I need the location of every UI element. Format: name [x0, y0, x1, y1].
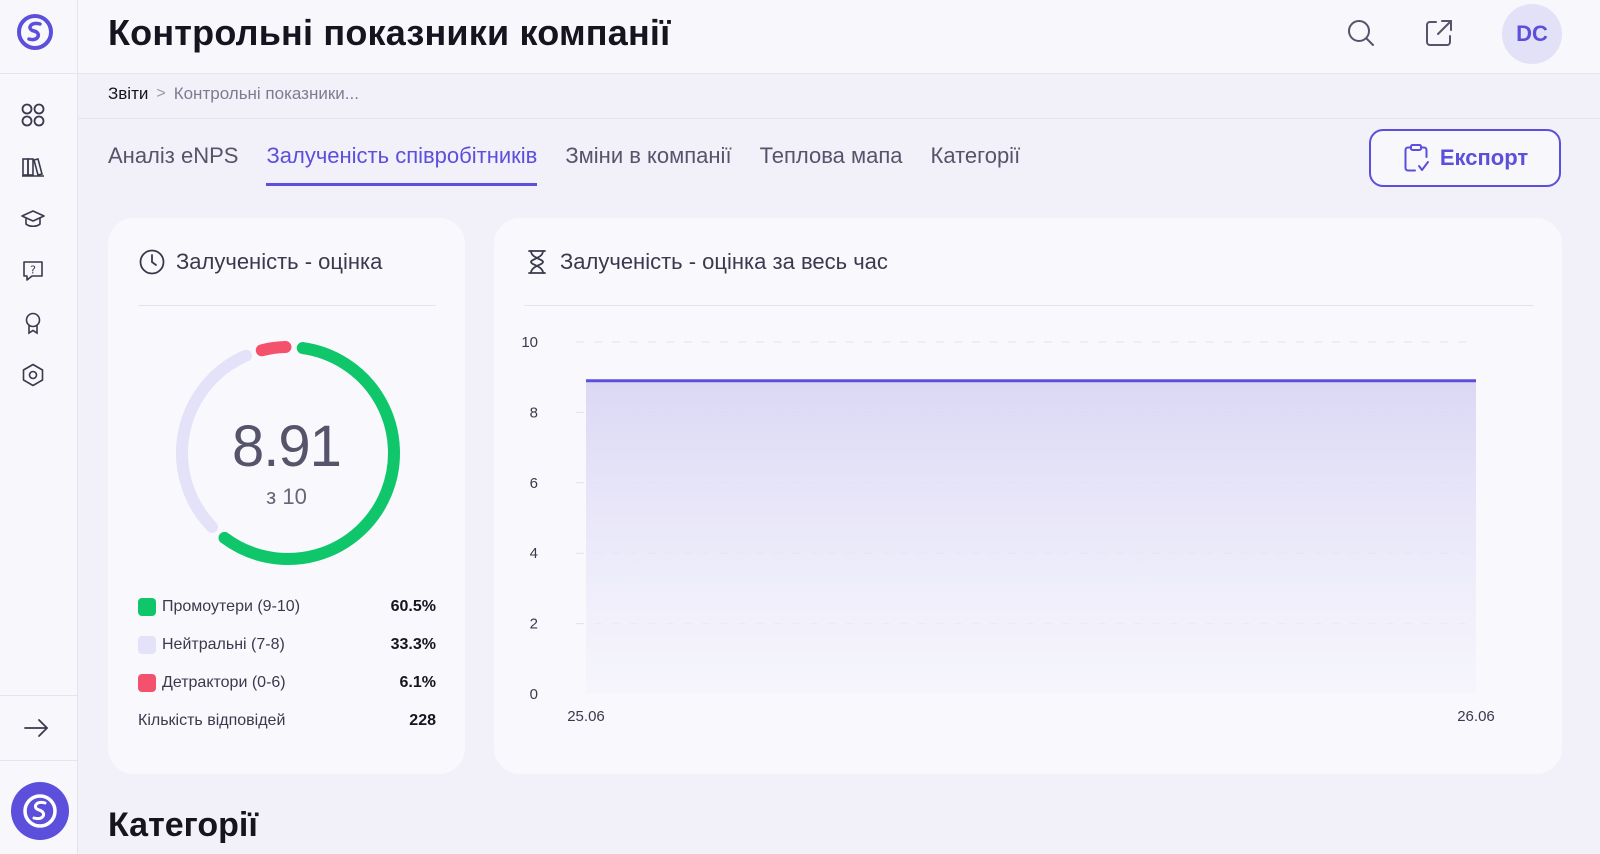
breadcrumb-separator: > — [156, 85, 166, 102]
legend-label-promoters: Промоутери (9-10) — [162, 598, 301, 615]
responses-count-row: Кількість відповідей 228 — [138, 712, 436, 730]
legend-label-neutrals: Нейтральні (7-8) — [162, 636, 285, 653]
sidebar: ? — [0, 0, 78, 854]
x-tick-label: 26.06 — [1457, 708, 1495, 725]
header: Контрольні показники компанії DC — [78, 0, 1600, 74]
engagement-history-card: Залученість - оцінка за весь час 0 2 4 6 8 10… — [494, 218, 1562, 774]
user-avatar[interactable]: DC — [1502, 4, 1562, 64]
tab-heat-map[interactable]: Теплова мапа — [760, 143, 903, 186]
graduation-cap-icon[interactable] — [18, 204, 48, 234]
breadcrumb-divider — [78, 118, 1600, 119]
library-books-icon[interactable] — [18, 152, 48, 182]
assistant-logo-icon[interactable] — [11, 782, 69, 840]
tab-employee-engagement[interactable]: Залученість співробітників — [266, 143, 538, 186]
engagement-area-chart: 0 2 4 6 8 10 25.06 26.06 — [521, 334, 1495, 725]
score-card-title: Залученість - оцінка — [176, 249, 383, 274]
neutrals-swatch — [138, 636, 156, 654]
y-tick-label: 10 — [521, 334, 538, 351]
y-tick-label: 0 — [530, 686, 538, 703]
app-logo-icon[interactable] — [15, 12, 55, 52]
breadcrumb-root-link[interactable]: Звіти — [108, 84, 148, 104]
settings-hexagon-icon[interactable] — [18, 360, 48, 390]
legend-row-promoters: Промоутери (9-10) 60.5% — [138, 598, 436, 616]
detractors-swatch — [138, 674, 156, 692]
tab-enps-analysis[interactable]: Аналіз eNPS — [108, 143, 238, 186]
responses-count-value: 228 — [409, 712, 436, 729]
score-out-of: з 10 — [266, 484, 307, 509]
score-value: 8.91 — [232, 414, 342, 479]
sidebar-divider — [0, 73, 78, 74]
legend-row-neutrals: Нейтральні (7-8) 33.3% — [138, 636, 436, 654]
dashboard-grid-icon[interactable] — [18, 100, 48, 130]
sidebar-divider — [0, 695, 78, 696]
sidebar-divider — [0, 760, 78, 761]
legend-value-neutrals: 33.3% — [390, 636, 436, 653]
legend-value-promoters: 60.5% — [390, 598, 436, 615]
tab-bar: Аналіз eNPS Залученість співробітників З… — [108, 143, 1020, 186]
clock-icon — [139, 249, 165, 275]
y-tick-label: 6 — [530, 475, 538, 492]
breadcrumb-current: Контрольні показники... — [173, 84, 359, 103]
tab-categories[interactable]: Категорії — [931, 143, 1021, 186]
legend-value-detractors: 6.1% — [399, 674, 436, 691]
y-tick-label: 2 — [530, 616, 538, 633]
arrow-right-icon[interactable] — [22, 716, 52, 740]
legend-row-detractors: Детрактори (0-6) 6.1% — [138, 674, 436, 692]
series-area — [586, 380, 1476, 694]
search-icon[interactable] — [1344, 16, 1378, 50]
legend-label-detractors: Детрактори (0-6) — [162, 674, 286, 691]
page-title: Контрольні показники компанії — [108, 12, 671, 53]
y-tick-label: 8 — [530, 404, 538, 421]
categories-section-title: Категорії — [108, 806, 258, 844]
export-button[interactable]: Експорт — [1369, 129, 1561, 187]
clipboard-export-icon — [1404, 144, 1429, 172]
svg-text:?: ? — [30, 264, 36, 277]
help-chat-icon[interactable]: ? — [18, 256, 48, 286]
promoters-swatch — [138, 598, 156, 616]
y-tick-label: 4 — [530, 545, 538, 562]
gauge-segment-detractors — [255, 341, 292, 357]
x-tick-label: 25.06 — [567, 708, 605, 725]
external-link-icon[interactable] — [1422, 16, 1456, 50]
engagement-score-card: Залученість - оцінка 8.91 з 10 Промоутер… — [108, 218, 465, 774]
export-button-label: Експорт — [1439, 145, 1529, 170]
tab-company-changes[interactable]: Зміни в компанії — [565, 143, 731, 186]
score-card-header: Залученість - оцінка — [138, 248, 382, 276]
breadcrumb: Звіти > Контрольні показники... — [108, 84, 359, 104]
score-card-divider — [138, 305, 436, 306]
award-ribbon-icon[interactable] — [18, 308, 48, 338]
responses-count-label: Кількість відповідей — [138, 712, 286, 729]
